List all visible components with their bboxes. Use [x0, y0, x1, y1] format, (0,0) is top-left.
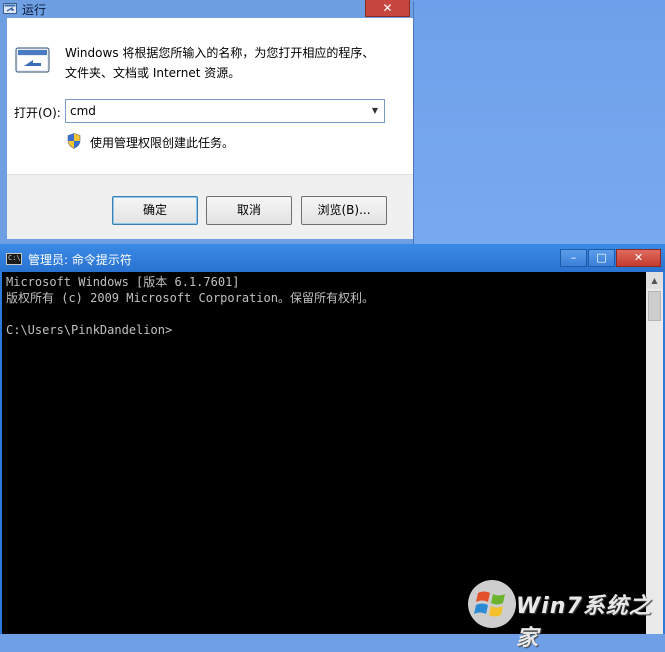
browse-button[interactable]: 浏览(B)... — [301, 196, 387, 225]
run-dialog: 运行 ✕ Windows 将根据您所输入的名称，为您打开相应的程序、 文件夹、文… — [0, 0, 413, 244]
run-dialog-body: Windows 将根据您所输入的名称，为您打开相应的程序、 文件夹、文档或 In… — [7, 18, 413, 174]
scroll-up-arrow-icon[interactable]: ▲ — [646, 272, 663, 289]
console-prompt-line: C:\Users\PinkDandelion> — [6, 323, 173, 337]
cmd-icon: C:\ — [6, 253, 22, 265]
open-input[interactable] — [68, 102, 362, 120]
maximize-button[interactable]: □ — [588, 249, 615, 267]
open-combobox[interactable]: ▼ — [65, 99, 385, 123]
run-description: Windows 将根据您所输入的名称，为您打开相应的程序、 文件夹、文档或 In… — [65, 43, 405, 83]
scrollbar-thumb[interactable] — [648, 291, 661, 321]
cancel-button[interactable]: 取消 — [206, 196, 292, 225]
chevron-down-icon[interactable]: ▼ — [368, 103, 382, 119]
run-close-button[interactable]: ✕ — [365, 0, 410, 17]
site-watermark: Win7系统之家 — [466, 578, 661, 651]
run-dialog-title: 运行 — [22, 3, 47, 17]
windows-logo-icon — [468, 580, 516, 628]
run-description-line-1: Windows 将根据您所输入的名称，为您打开相应的程序、 — [65, 46, 375, 60]
run-dialog-footer: 确定 取消 浏览(B)... — [7, 174, 413, 239]
open-label: 打开(O): — [14, 106, 61, 120]
admin-privilege-note: 使用管理权限创建此任务。 — [90, 136, 235, 150]
cmd-window-title: 管理员: 命令提示符 — [28, 253, 132, 267]
run-program-icon — [15, 47, 50, 73]
watermark-text: Win7系统之家 — [516, 594, 652, 651]
run-description-line-2: 文件夹、文档或 Internet 资源。 — [65, 66, 241, 80]
run-icon — [3, 3, 17, 14]
cmd-titlebar[interactable]: C:\ 管理员: 命令提示符 – □ ✕ — [0, 244, 665, 272]
minimize-button[interactable]: – — [560, 249, 587, 267]
console-line: Microsoft Windows [版本 6.1.7601] — [6, 275, 240, 289]
command-prompt-window: C:\ 管理员: 命令提示符 – □ ✕ Microsoft Windows [… — [0, 244, 665, 634]
cmd-close-button[interactable]: ✕ — [616, 249, 661, 267]
console-line: 版权所有 (c) 2009 Microsoft Corporation。保留所有… — [6, 291, 374, 305]
uac-shield-icon — [67, 133, 81, 149]
ok-button[interactable]: 确定 — [112, 196, 198, 225]
run-titlebar[interactable]: 运行 ✕ — [0, 0, 413, 18]
